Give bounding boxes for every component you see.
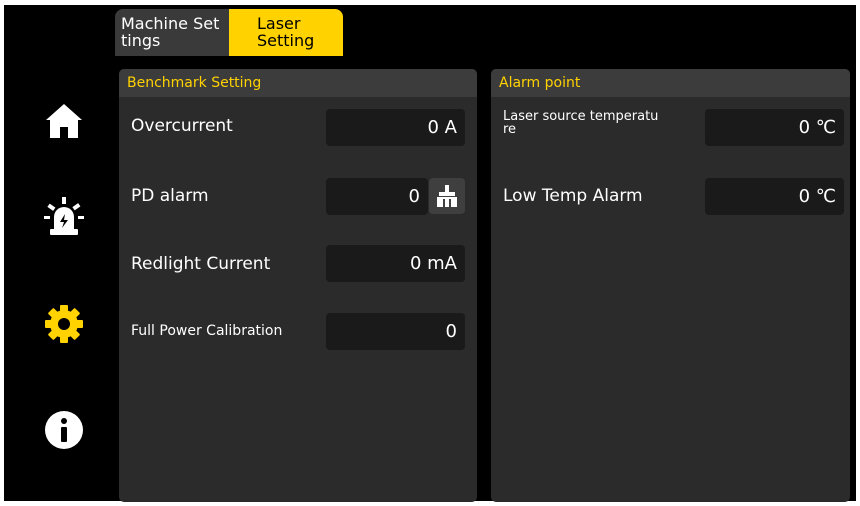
clear-button[interactable] — [429, 178, 465, 214]
sidebar-item-alarm[interactable] — [40, 192, 88, 240]
home-icon — [46, 104, 82, 138]
low-temp-alarm-field[interactable]: 0 ℃ — [705, 178, 844, 215]
alarm-point-title: Alarm point — [491, 69, 850, 97]
laser-source-temperature-field[interactable]: 0 ℃ — [705, 109, 844, 146]
gear-icon — [45, 305, 83, 343]
pd-alarm-label: PD alarm — [131, 186, 209, 206]
overcurrent-field[interactable]: 0 A — [326, 109, 465, 146]
redlight-current-field[interactable]: 0 mA — [326, 245, 465, 282]
benchmark-setting-panel: Benchmark Setting Overcurrent 0 A PD ala… — [119, 69, 477, 502]
pd-alarm-field[interactable]: 0 — [326, 178, 428, 215]
sidebar-item-settings[interactable] — [40, 300, 88, 348]
tab-laser-setting-label: Laser Setting — [257, 14, 315, 50]
full-power-calibration-label: Full Power Calibration — [131, 323, 283, 339]
alarm-icon — [44, 197, 84, 235]
sidebar-item-home[interactable] — [40, 97, 88, 145]
alarm-point-panel: Alarm point Laser source temperatu re 0 … — [491, 69, 850, 502]
low-temp-alarm-label: Low Temp Alarm — [503, 186, 643, 206]
tab-laser-setting[interactable]: Laser Setting — [229, 9, 343, 56]
broom-icon — [437, 185, 457, 207]
info-icon — [45, 411, 83, 449]
overcurrent-label: Overcurrent — [131, 116, 233, 136]
sidebar-item-info[interactable] — [40, 406, 88, 454]
tab-machine-settings[interactable]: Machine Set tings — [115, 9, 229, 56]
tab-machine-settings-label: Machine Set tings — [121, 14, 220, 50]
redlight-current-label: Redlight Current — [131, 254, 271, 274]
benchmark-setting-title: Benchmark Setting — [119, 69, 477, 97]
full-power-calibration-field[interactable]: 0 — [326, 313, 465, 350]
laser-source-temperature-label: Laser source temperatu re — [503, 109, 659, 137]
